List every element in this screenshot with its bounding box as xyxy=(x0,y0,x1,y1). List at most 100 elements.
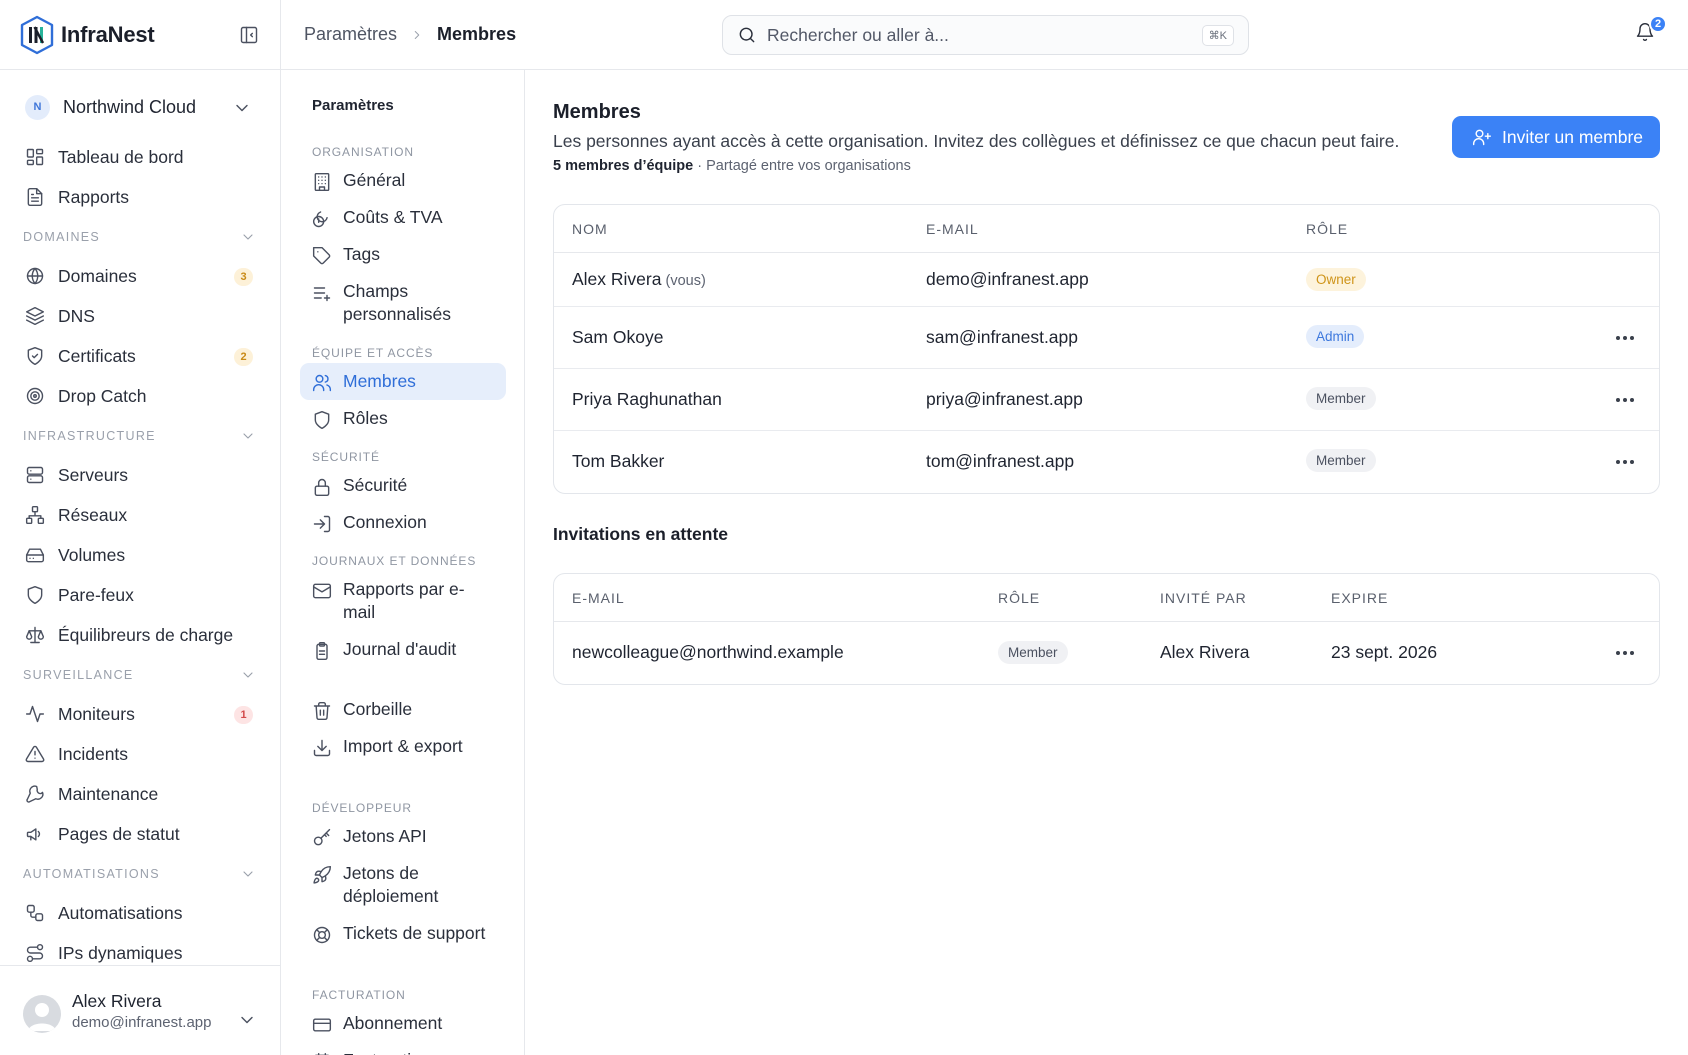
sidebar-item-domaines[interactable]: Domaines 3 xyxy=(0,256,281,296)
column-header-role: RÔLE xyxy=(998,590,1041,606)
search-input[interactable]: Rechercher ou aller à... ⌘K xyxy=(722,15,1249,55)
sidebar-item-dns[interactable]: DNS xyxy=(0,296,281,336)
user-menu[interactable]: Alex Rivera demo@infranest.app xyxy=(0,965,281,1055)
settings-item-roles[interactable]: Rôles xyxy=(300,400,506,437)
settings-item-securite[interactable]: Sécurité xyxy=(300,467,506,504)
chevron-down-icon xyxy=(241,1016,253,1024)
sidebar-item-reseaux[interactable]: Réseaux xyxy=(0,495,281,535)
rocket-icon xyxy=(313,865,332,884)
member-email: demo@infranest.app xyxy=(926,269,1089,289)
sidebar-item-volumes[interactable]: Volumes xyxy=(0,535,281,575)
members-count-rest: · Partagé entre vos organisations xyxy=(693,158,911,174)
main-content: Membres Les personnes ayant accès à cett… xyxy=(525,70,1688,1055)
sidebar-item-label: Drop Catch xyxy=(58,385,147,406)
settings-item-membres[interactable]: Membres xyxy=(300,363,506,400)
settings-item-connexion[interactable]: Connexion xyxy=(300,504,506,541)
sidebar-item-label: Rapports xyxy=(58,186,130,207)
invite-expires: 23 sept. 2026 xyxy=(1331,642,1438,662)
row-actions-button[interactable] xyxy=(1616,336,1634,340)
tag-icon xyxy=(312,246,331,265)
top-bar: Paramètres Membres Rechercher ou aller à… xyxy=(281,0,1688,70)
row-actions-button[interactable] xyxy=(1616,460,1634,464)
drive-icon xyxy=(25,548,45,563)
sidebar-section-surveillance[interactable]: SURVEILLANCE xyxy=(0,656,281,694)
users-icon xyxy=(312,374,332,392)
settings-item-label: Coûts & TVA xyxy=(343,207,443,227)
sidebar-item-label: Tableau de bord xyxy=(58,146,184,167)
credit-card-icon xyxy=(312,1018,332,1032)
invite-member-button[interactable]: Inviter un membre xyxy=(1452,116,1660,158)
sidebar-item-ips-dynamiques[interactable]: IPs dynamiques xyxy=(0,933,281,965)
sidebar-item-label: Incidents xyxy=(58,743,129,764)
sidebar-item-equilibreurs-de-charge[interactable]: Équilibreurs de charge xyxy=(0,615,281,655)
column-header-invited-by: INVITÉ PAR xyxy=(1160,590,1247,606)
sidebar-item-serveurs[interactable]: Serveurs xyxy=(0,455,281,495)
sidebar-item-label: Équilibreurs de charge xyxy=(58,624,234,645)
page-description: Les personnes ayant accès à cette organi… xyxy=(553,131,1400,151)
megaphone-icon xyxy=(26,828,41,841)
sidebar-item-rapports[interactable]: Rapports xyxy=(0,177,281,217)
pending-invitations-table: E-MAIL RÔLE INVITÉ PAR EXPIRE newcolleag… xyxy=(553,573,1660,685)
settings-item-facturation[interactable]: Facturation xyxy=(300,1042,506,1055)
sidebar-item-drop-catch[interactable]: Drop Catch xyxy=(0,376,281,416)
notifications-button[interactable]: 2 xyxy=(1635,15,1667,50)
settings-item-jetons-api[interactable]: Jetons API xyxy=(300,818,506,855)
sidebar-item-maintenance[interactable]: Maintenance xyxy=(0,774,281,814)
sidebar-section-infrastructure[interactable]: INFRASTRUCTURE xyxy=(0,417,281,455)
sidebar-section-title: SURVEILLANCE xyxy=(23,668,134,682)
sidebar-item-label: Serveurs xyxy=(58,464,129,485)
mail-icon xyxy=(312,583,332,599)
settings-item-corbeille[interactable]: Corbeille xyxy=(300,691,506,728)
settings-item-label: Membres xyxy=(343,371,416,391)
sidebar-item-label: Automatisations xyxy=(58,902,183,923)
network-icon xyxy=(25,505,45,525)
row-actions-button[interactable] xyxy=(1616,398,1634,402)
member-name: Priya Raghunathan xyxy=(572,389,722,409)
chevron-down-icon xyxy=(236,104,248,112)
member-email: sam@infranest.app xyxy=(926,327,1079,347)
settings-item-jetons-de-deploiement[interactable]: Jetons de déploiement xyxy=(300,855,506,915)
sidebar-section-automatisations[interactable]: AUTOMATISATIONS xyxy=(0,855,281,893)
lifebuoy-icon xyxy=(313,926,331,944)
row-actions-button[interactable] xyxy=(1616,651,1634,655)
pending-table-header: E-MAIL RÔLE INVITÉ PAR EXPIRE xyxy=(554,574,1659,622)
sidebar-collapse-icon[interactable] xyxy=(239,25,259,45)
settings-item-champs-personnalises[interactable]: Champs personnalisés xyxy=(300,273,506,333)
breadcrumb-settings[interactable]: Paramètres xyxy=(304,24,397,45)
settings-item-import-export[interactable]: Import & export xyxy=(300,728,506,788)
settings-item-tags[interactable]: Tags xyxy=(300,236,506,273)
settings-item-rapports-par-e-mail[interactable]: Rapports par e-mail xyxy=(300,571,506,631)
members-table-header: NOM E-MAIL RÔLE xyxy=(554,205,1659,253)
report-icon xyxy=(27,187,43,207)
sidebar-item-label: DNS xyxy=(58,305,95,326)
settings-item-couts-tva[interactable]: Coûts & TVA xyxy=(300,199,506,236)
settings-item-label: Jetons API xyxy=(343,826,427,846)
settings-item-journal-d-audit[interactable]: Journal d'audit xyxy=(300,631,506,691)
sidebar-item-moniteurs[interactable]: Moniteurs 1 xyxy=(0,694,281,734)
sidebar-item-automatisations[interactable]: Automatisations xyxy=(0,893,281,933)
count-badge: 3 xyxy=(234,268,253,286)
members-count-bold: 5 membres d’équipe xyxy=(553,158,694,174)
member-name: Tom Bakker xyxy=(572,451,665,471)
route-icon xyxy=(26,943,44,963)
settings-item-tickets-de-support[interactable]: Tickets de support xyxy=(300,915,506,975)
table-row: Alex Rivera (vous) demo@infranest.app Owner xyxy=(554,253,1659,307)
settings-item-abonnement[interactable]: Abonnement xyxy=(300,1005,506,1042)
sidebar-item-certificats[interactable]: Certificats 2 xyxy=(0,336,281,376)
sidebar-item-tableau-de-bord[interactable]: Tableau de bord xyxy=(0,137,281,177)
org-switcher[interactable]: N Northwind Cloud xyxy=(14,88,266,126)
download-icon xyxy=(313,739,331,757)
settings-item-general[interactable]: Général xyxy=(300,162,506,199)
sidebar-item-pages-de-statut[interactable]: Pages de statut xyxy=(0,814,281,854)
target-icon xyxy=(26,387,44,405)
sidebar-section-domaines[interactable]: DOMAINES xyxy=(0,218,281,256)
sidebar-item-pare-feux[interactable]: Pare-feux xyxy=(0,575,281,615)
sidebar-item-incidents[interactable]: Incidents xyxy=(0,734,281,774)
role-badge: Owner xyxy=(1306,268,1366,291)
lock-icon xyxy=(314,478,330,497)
building-icon xyxy=(314,172,330,192)
settings-item-label: Jetons de déploiement xyxy=(343,863,439,906)
shield-check-icon xyxy=(27,346,43,366)
coins-icon xyxy=(312,211,328,228)
settings-item-label: Général xyxy=(343,170,406,190)
